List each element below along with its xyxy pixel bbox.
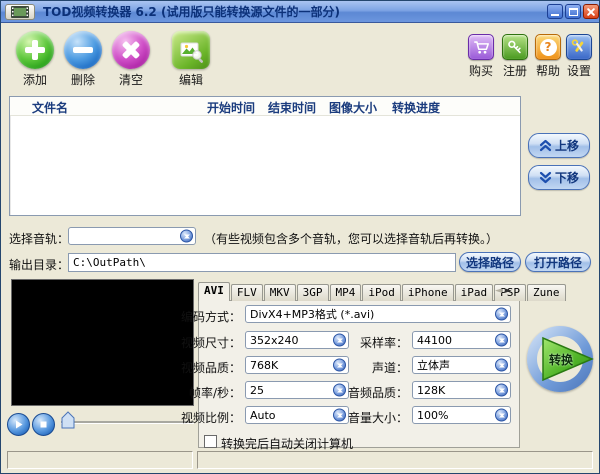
help-button[interactable]: ? 帮助 [532, 34, 564, 79]
add-label: 添加 [22, 73, 47, 87]
audio-track-hint: （有些视频包含多个音轨，您可以选择音轨后再转换。） [204, 232, 499, 246]
minimize-icon [551, 14, 559, 16]
file-list[interactable]: 文件名 开始时间 结束时间 图像大小 转换进度 [9, 96, 521, 216]
tab-ipod[interactable]: iPod [362, 284, 401, 301]
tab-3gp[interactable]: 3GP [296, 284, 329, 301]
output-dir-input[interactable] [68, 253, 456, 272]
output-dir-label: 输出目录： [9, 258, 70, 272]
dropdown-spinner-icon[interactable] [180, 229, 193, 243]
stop-icon [40, 421, 47, 428]
tab-ipad[interactable]: iPad [454, 284, 494, 301]
minimize-button[interactable] [547, 4, 563, 19]
chevron-down-icon [539, 171, 552, 184]
tab-scroll-left-icon[interactable]: ◄ [495, 286, 502, 296]
open-path-button[interactable]: 打开路径 [525, 252, 591, 272]
convert-label: 转换 [548, 353, 573, 367]
seek-thumb[interactable] [61, 411, 75, 429]
tab-mkv[interactable]: MKV [263, 284, 296, 301]
status-panel-right [197, 451, 593, 469]
edit-button[interactable]: 编辑 [167, 31, 215, 88]
help-icon: ? [535, 34, 561, 60]
file-list-header: 文件名 开始时间 结束时间 图像大小 转换进度 [10, 97, 520, 116]
register-button[interactable]: 注册 [499, 34, 531, 79]
delete-button[interactable]: 删除 [59, 31, 107, 88]
help-label: 帮助 [535, 64, 560, 78]
settings-icon [566, 34, 592, 60]
encode-select[interactable]: DivX4+MP3格式 (*.avi) [245, 305, 511, 323]
tab-mp4[interactable]: MP4 [329, 284, 362, 301]
titlebar[interactable]: TOD视频转换器 6.2 (试用版只能转换源文件的一部分) [1, 1, 599, 23]
tab-iphone[interactable]: iPhone [401, 284, 454, 301]
register-label: 注册 [502, 64, 527, 78]
stop-button[interactable] [32, 413, 55, 436]
add-icon [16, 31, 54, 69]
column-end-time[interactable]: 结束时间 [268, 99, 316, 116]
app-icon[interactable] [5, 4, 35, 20]
play-button[interactable] [7, 413, 30, 436]
move-down-button[interactable]: 下移 [528, 165, 590, 190]
tab-zune[interactable]: Zune [527, 284, 566, 301]
move-up-button[interactable]: 上移 [528, 133, 590, 158]
app-window: TOD视频转换器 6.2 (试用版只能转换源文件的一部分) 添加 删除 清空 编… [0, 0, 600, 474]
channels-select[interactable]: 立体声 [412, 356, 511, 374]
volume-select[interactable]: 100% [412, 406, 511, 424]
tab-scroll-right-icon[interactable]: ► [505, 286, 512, 296]
window-title: TOD视频转换器 6.2 (试用版只能转换源文件的一部分) [43, 5, 340, 19]
play-icon [16, 420, 23, 429]
audio-quality-label: 音频品质： [347, 386, 408, 400]
chevron-up-icon [539, 139, 552, 152]
add-button[interactable]: 添加 [11, 31, 59, 88]
dropdown-spinner-icon[interactable] [495, 333, 508, 347]
settings-label: 设置 [566, 64, 591, 78]
fps-label: 帧率/秒： [188, 386, 241, 400]
film-icon [11, 6, 29, 18]
buy-label: 购买 [468, 64, 493, 78]
column-image-size[interactable]: 图像大小 [329, 99, 377, 116]
video-quality-label: 视频品质： [180, 361, 241, 375]
buy-icon [468, 34, 494, 60]
buy-button[interactable]: 购买 [465, 34, 497, 79]
column-start-time[interactable]: 开始时间 [207, 99, 255, 116]
encode-label: 编码方式： [180, 310, 241, 324]
move-up-label: 上移 [554, 139, 579, 153]
column-progress[interactable]: 转换进度 [392, 99, 440, 116]
dropdown-spinner-icon[interactable] [495, 358, 508, 372]
delete-icon [64, 31, 102, 69]
clear-label: 清空 [118, 73, 143, 87]
audio-track-select[interactable] [68, 227, 196, 245]
maximize-icon [569, 8, 578, 16]
video-size-label: 视频尺寸： [180, 336, 241, 350]
clear-icon [112, 31, 150, 69]
dropdown-spinner-icon[interactable] [495, 383, 508, 397]
sample-rate-select[interactable]: 44100 [412, 331, 511, 349]
shutdown-checkbox[interactable] [204, 435, 217, 448]
choose-path-button[interactable]: 选择路径 [459, 252, 521, 272]
audio-quality-select[interactable]: 128K [412, 381, 511, 399]
dropdown-spinner-icon[interactable] [495, 307, 508, 321]
clear-button[interactable]: 清空 [107, 31, 155, 88]
close-button[interactable] [583, 4, 599, 19]
volume-label: 音量大小： [347, 411, 408, 425]
tab-flv[interactable]: FLV [230, 284, 263, 301]
edit-icon [172, 31, 210, 69]
status-panel-left [7, 451, 193, 469]
settings-button[interactable]: 设置 [563, 34, 595, 79]
sample-rate-label: 采样率： [359, 336, 408, 350]
audio-track-label: 选择音轨： [9, 232, 70, 246]
move-down-label: 下移 [554, 171, 579, 185]
aspect-label: 视频比例： [180, 411, 241, 425]
tab-avi[interactable]: AVI [198, 282, 230, 301]
register-icon [502, 34, 528, 60]
delete-label: 删除 [70, 73, 95, 87]
maximize-button[interactable] [565, 4, 581, 19]
dropdown-spinner-icon[interactable] [495, 408, 508, 422]
edit-label: 编辑 [178, 73, 203, 87]
column-filename[interactable]: 文件名 [32, 99, 68, 116]
shutdown-checkbox-label: 转换完后自动关闭计算机 [221, 437, 354, 451]
channels-label: 声道： [371, 361, 408, 375]
